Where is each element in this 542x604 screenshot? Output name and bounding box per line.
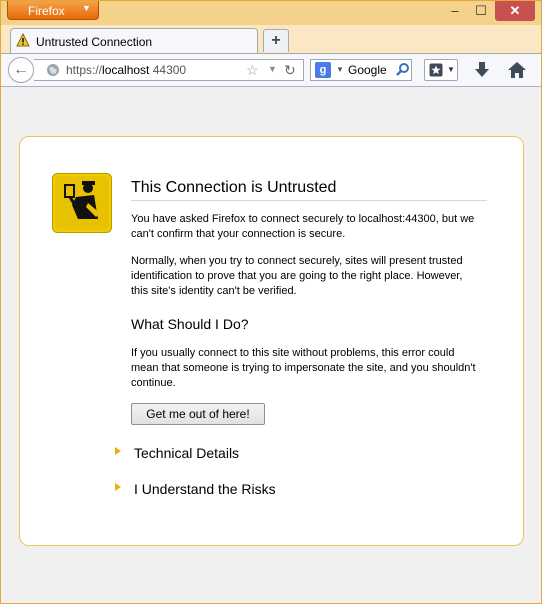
browser-window: Firefox ▼ – ☐ ✕ Untrusted Connection + ←… (0, 0, 542, 604)
certificate-error-icon (52, 173, 112, 233)
back-button[interactable]: ← (8, 57, 34, 83)
advice-paragraph: If you usually connect to this site with… (131, 347, 476, 389)
download-icon[interactable] (472, 59, 492, 81)
firefox-menu-button[interactable]: Firefox ▼ (7, 1, 99, 20)
search-bar[interactable]: g ▼ Google (310, 59, 412, 81)
bookmarks-button[interactable]: ▼ (424, 59, 458, 81)
search-engine-dropdown-icon[interactable]: ▼ (336, 65, 344, 74)
url-scheme: https:// (66, 63, 103, 77)
technical-details-label: Technical Details (134, 445, 240, 461)
page-title: This Connection is Untrusted (131, 179, 487, 201)
chevron-down-icon: ▼ (82, 3, 91, 13)
globe-icon (47, 64, 59, 76)
expand-triangle-icon (115, 447, 121, 455)
url-port: 44300 (149, 63, 187, 77)
back-arrow-icon: ← (13, 61, 29, 78)
home-icon[interactable] (506, 59, 528, 81)
url-text: https://localhost 44300 (66, 63, 186, 77)
intro-paragraph: You have asked Firefox to connect secure… (131, 213, 475, 240)
search-icon[interactable] (395, 62, 411, 78)
reload-icon[interactable]: ↻ (284, 62, 296, 79)
expand-triangle-icon (115, 483, 121, 491)
what-should-i-do-heading: What Should I Do? (131, 316, 249, 332)
tab-title: Untrusted Connection (36, 35, 153, 49)
maximize-button[interactable]: ☐ (468, 3, 494, 19)
chevron-down-icon: ▼ (447, 65, 455, 74)
google-icon[interactable]: g (315, 62, 331, 78)
bookmark-star-icon[interactable]: ☆ (246, 62, 259, 79)
explanation-paragraph: Normally, when you try to connect secure… (131, 255, 463, 297)
warning-icon (16, 33, 30, 47)
new-tab-button[interactable]: + (263, 29, 289, 52)
bookmarks-star-icon (429, 63, 443, 77)
tab-strip: Untrusted Connection + (1, 25, 541, 53)
tab-untrusted-connection[interactable]: Untrusted Connection (10, 28, 258, 53)
page-content: This Connection is Untrusted You have as… (1, 87, 541, 603)
get-me-out-button[interactable]: Get me out of here! (131, 403, 265, 425)
minimize-button[interactable]: – (442, 3, 468, 19)
history-dropdown-icon[interactable]: ▼ (268, 64, 277, 74)
navigation-toolbar: ← https://localhost 44300 ☆ ▼ ↻ g ▼ Goog… (1, 53, 541, 87)
title-bar: Firefox ▼ – ☐ ✕ (1, 1, 541, 25)
url-bar[interactable]: https://localhost 44300 ☆ ▼ ↻ (34, 59, 304, 81)
search-placeholder: Google (348, 63, 387, 77)
url-host: localhost (102, 63, 150, 77)
understand-risks-label: I Understand the Risks (134, 481, 276, 497)
close-button[interactable]: ✕ (495, 1, 535, 21)
firefox-menu-label: Firefox (28, 4, 65, 18)
